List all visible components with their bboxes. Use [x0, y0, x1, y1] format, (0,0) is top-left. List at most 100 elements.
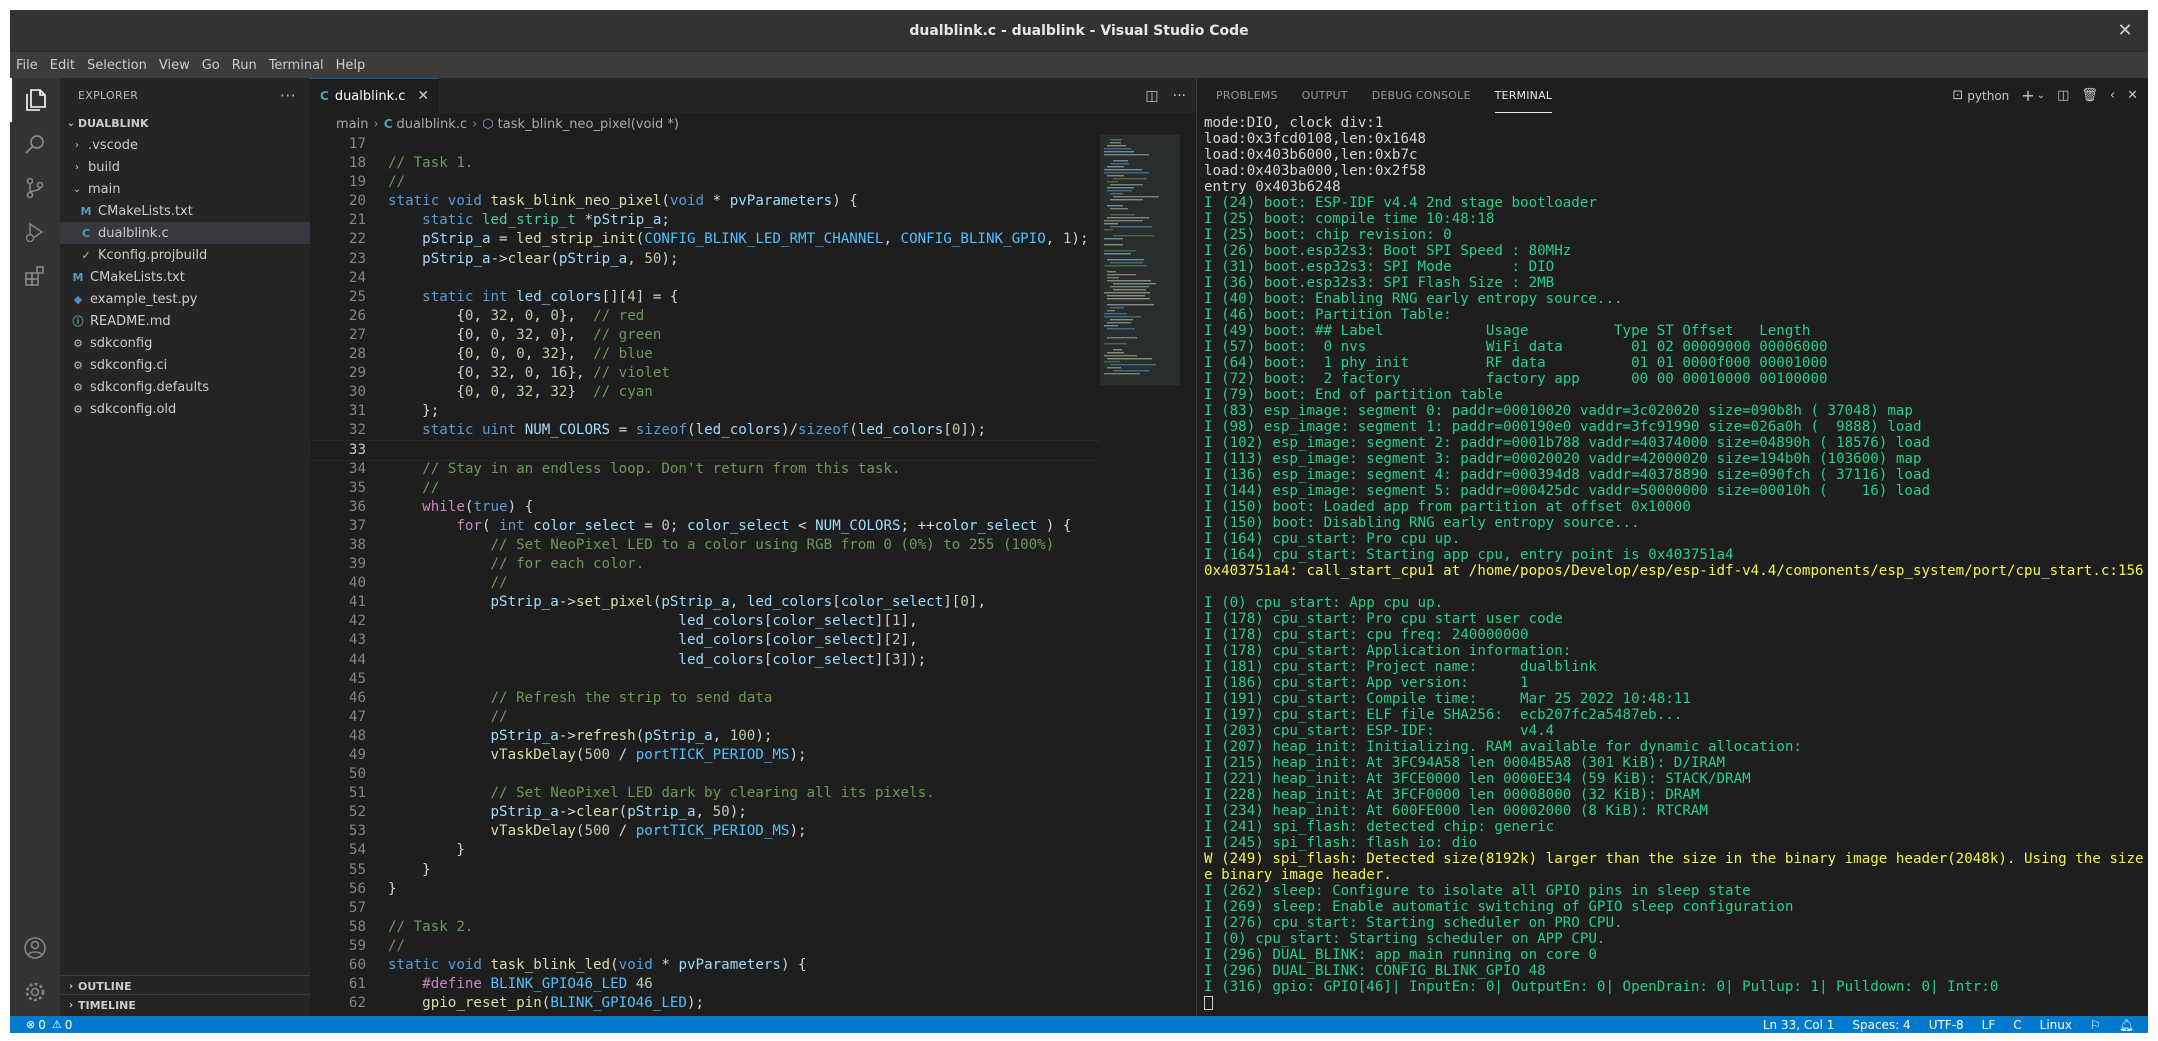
feedback-icon[interactable]: ⚐ [2090, 1018, 2101, 1032]
source-control-icon[interactable] [10, 166, 60, 210]
line-number: 37 [348, 517, 366, 534]
new-terminal-icon[interactable]: + [2021, 86, 2034, 105]
code-token: = [610, 422, 636, 439]
end-of-line[interactable]: LF [1982, 1018, 1996, 1032]
breadcrumb-folder[interactable]: main [336, 117, 368, 132]
language-mode[interactable]: C [2013, 1018, 2021, 1032]
menu-terminal[interactable]: Terminal [269, 58, 324, 73]
menu-edit[interactable]: Edit [50, 58, 75, 73]
code-line: 18 // Task 1. [310, 154, 1100, 173]
tree-item[interactable]: ⌄ main [60, 178, 310, 200]
tab-problems[interactable]: PROBLEMS [1216, 78, 1278, 113]
account-icon[interactable] [10, 926, 60, 970]
code-line: 43 led_colors[color_select][2], [310, 631, 1100, 650]
tab-output[interactable]: OUTPUT [1302, 78, 1348, 113]
menu-run[interactable]: Run [232, 58, 257, 73]
terminal-output[interactable]: mode:DIO, clock div:1 load:0x3fcd0108,len… [1204, 115, 2144, 1010]
cursor-position[interactable]: Ln 33, Col 1 [1763, 1018, 1835, 1032]
tree-item[interactable]: › .vscode [60, 134, 310, 156]
close-panel-icon[interactable]: ✕ [2127, 88, 2138, 103]
minimap-line [1113, 160, 1128, 162]
explorer-header: EXPLORER ··· [60, 78, 310, 112]
close-window-icon[interactable]: ✕ [2114, 20, 2136, 42]
menu-help[interactable]: Help [336, 58, 366, 73]
minimap[interactable] [1100, 135, 1180, 1016]
code-token: 0 [490, 384, 500, 401]
tree-item[interactable]: ✓ Kconfig.projbuild [60, 244, 310, 266]
timeline-section[interactable]: › TIMELINE [60, 994, 310, 1016]
code-token: // for each color. [490, 556, 645, 573]
tree-item[interactable]: M CMakeLists.txt [60, 200, 310, 222]
code-token: -> [558, 804, 576, 821]
tab-debug-console[interactable]: DEBUG CONSOLE [1372, 78, 1471, 113]
minimap-line [1110, 139, 1122, 141]
code-token: color_select [840, 594, 944, 611]
code-token: , [533, 326, 551, 343]
menu-selection[interactable]: Selection [87, 58, 147, 73]
code-token: }, [558, 326, 594, 343]
minimap-line [1110, 208, 1128, 210]
menu-go[interactable]: Go [202, 58, 220, 73]
tree-item[interactable]: ⚙ sdkconfig.defaults [60, 376, 310, 398]
extensions-icon[interactable] [10, 254, 60, 298]
minimap-line [1104, 250, 1136, 252]
run-debug-icon[interactable] [10, 210, 60, 254]
error-icon: ⊗ [26, 1018, 36, 1031]
platform[interactable]: Linux [2040, 1018, 2072, 1032]
search-icon[interactable] [10, 122, 60, 166]
indentation[interactable]: Spaces: 4 [1852, 1018, 1910, 1032]
tree-item[interactable]: Cdualblink.c [60, 222, 310, 244]
minimap-line [1104, 154, 1149, 156]
editor-scrollbar[interactable] [1186, 135, 1196, 1016]
code-token: void [669, 193, 705, 210]
code-token: [ [832, 594, 841, 611]
line-number: 27 [348, 326, 366, 343]
breadcrumb-file[interactable]: dualblink.c [397, 117, 468, 132]
terminal-name[interactable]: python [1967, 89, 2009, 103]
more-actions-icon[interactable]: ··· [1173, 88, 1186, 104]
problems-status[interactable]: ⊗ 0 ⚠ 0 [10, 1018, 72, 1032]
minimap-line [1104, 343, 1127, 345]
split-terminal-icon[interactable]: ◫ [2057, 88, 2069, 103]
tree-item[interactable]: › build [60, 156, 310, 178]
code-token: static [422, 422, 474, 439]
tree-item[interactable]: M CMakeLists.txt [60, 266, 310, 288]
chevron-left-icon[interactable]: ‹ [2110, 88, 2115, 103]
code-token: led_colors [857, 422, 944, 439]
menu-file[interactable]: File [16, 58, 38, 73]
terminal-prompt[interactable] [1204, 995, 2144, 1011]
code-token: CONFIG_BLINK_LED_RMT_CHANNEL [644, 231, 884, 248]
code-token: , [473, 384, 491, 401]
tab-dualblink-c[interactable]: C dualblink.c ✕ [310, 78, 440, 113]
tab-terminal[interactable]: TERMINAL [1494, 78, 1553, 113]
code-token: static [388, 957, 440, 974]
chevron-down-icon[interactable]: ⌄ [2037, 90, 2045, 101]
tree-item[interactable]: ⚙ sdkconfig [60, 332, 310, 354]
manage-gear-icon[interactable] [10, 970, 60, 1014]
workspace-root[interactable]: ⌄ DUALBLINK [60, 112, 310, 134]
code-editor[interactable]: 17 18// Task 1. 19//20 static void task_bli… [309, 135, 1101, 1016]
terminal-line: I (49) boot: ## Label Usage Type ST Offs… [1204, 323, 1811, 339]
tree-item[interactable]: ⓘ README.md [60, 310, 310, 332]
more-actions-icon[interactable]: ··· [280, 86, 296, 105]
code-token: ][ [874, 613, 892, 630]
notifications-bell-icon[interactable]: 🔔︎ [2119, 1018, 2134, 1032]
minimap-line [1110, 319, 1133, 321]
trash-icon[interactable]: 🗑︎ [2081, 88, 2098, 103]
split-editor-icon[interactable]: ◫ [1145, 88, 1158, 104]
explorer-icon[interactable] [10, 78, 60, 122]
close-tab-icon[interactable]: ✕ [417, 88, 429, 104]
breadcrumb-symbol[interactable]: task_blink_neo_pixel(void *) [498, 117, 679, 132]
tree-item-label: main [88, 181, 121, 197]
tree-item[interactable]: ◆ example_test.py [60, 288, 310, 310]
tree-item[interactable]: ⚙ sdkconfig.old [60, 398, 310, 420]
tree-item[interactable]: ⚙ sdkconfig.ci [60, 354, 310, 376]
encoding[interactable]: UTF-8 [1929, 1018, 1964, 1032]
code-line: 60 static void task_blink_led(void * pvPa… [310, 956, 1100, 975]
menu-view[interactable]: View [159, 58, 190, 73]
